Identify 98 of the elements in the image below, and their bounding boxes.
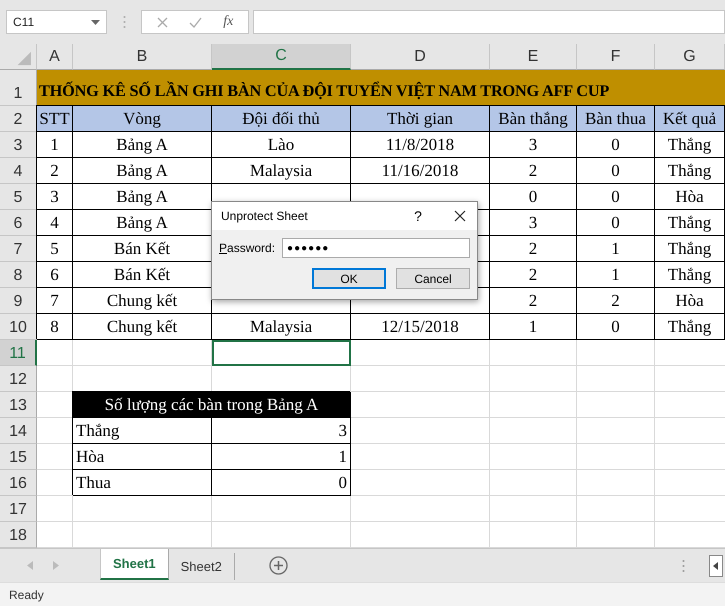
row-header[interactable]: 18 [0, 522, 37, 548]
table-cell: Chung kết [73, 314, 212, 340]
table-cell: 3 [490, 132, 577, 158]
row-header[interactable]: 6 [0, 210, 37, 236]
more-icon[interactable] [682, 558, 685, 572]
scroll-left-button-icon[interactable] [709, 554, 723, 576]
table-cell: 2 [490, 262, 577, 288]
dropdown-arrow-icon[interactable] [91, 20, 100, 24]
table-cell: Thua [73, 470, 212, 496]
sheet-title: THỐNG KÊ SỐ LẦN GHI BÀN CỦA ĐỘI TUYỂN VIỆT NAM TRONG AFF CUP [37, 70, 725, 106]
table-cell: 5 [37, 236, 73, 262]
table-cell: 0 [577, 158, 655, 184]
table-cell: 0 [577, 210, 655, 236]
table-cell: 8 [37, 314, 73, 340]
table-cell: Vòng [73, 106, 212, 132]
column-header[interactable]: C [212, 44, 351, 70]
table-cell: Đội đối thủ [212, 106, 351, 132]
table-cell: Thắng [655, 314, 725, 340]
table-cell: 7 [37, 288, 73, 314]
table-cell: Lào [212, 132, 351, 158]
table-cell: 3 [37, 184, 73, 210]
password-field[interactable]: ●●●●●● [282, 238, 470, 258]
table-cell: Bảng A [73, 132, 212, 158]
row-header[interactable]: 13 [0, 392, 37, 418]
row-header[interactable]: 5 [0, 184, 37, 210]
insert-function-button[interactable]: fx [223, 14, 234, 30]
table-cell: 3 [212, 418, 351, 444]
table-cell: 2 [577, 288, 655, 314]
table-cell: 11/8/2018 [351, 132, 490, 158]
status-text: Ready [9, 588, 44, 602]
table-cell: 12/15/2018 [351, 314, 490, 340]
row-header[interactable]: 14 [0, 418, 37, 444]
table-cell: 11/16/2018 [351, 158, 490, 184]
table-cell: STT [37, 106, 73, 132]
scroll-right-icon[interactable] [53, 561, 59, 570]
table-cell: 0 [577, 184, 655, 210]
row-header[interactable]: 16 [0, 470, 37, 496]
table-cell: 0 [577, 132, 655, 158]
table-cell: 0 [490, 184, 577, 210]
row-header[interactable]: 15 [0, 444, 37, 470]
table-cell: Bảng A [73, 158, 212, 184]
row-header[interactable]: 7 [0, 236, 37, 262]
table-cell: 0 [577, 314, 655, 340]
table-cell: 2 [490, 236, 577, 262]
table-cell: Kết quả [655, 106, 725, 132]
check-icon[interactable] [188, 16, 202, 28]
row-header[interactable]: 10 [0, 314, 37, 340]
table-cell: Thắng [655, 210, 725, 236]
table-cell: 4 [37, 210, 73, 236]
table-cell: Thời gian [351, 106, 490, 132]
table-cell: Thắng [655, 262, 725, 288]
table-cell: 1 [577, 262, 655, 288]
table-cell: Bàn thua [577, 106, 655, 132]
scroll-left-icon[interactable] [27, 561, 33, 570]
name-box[interactable]: C11 [6, 10, 107, 34]
sheet-tab[interactable]: Sheet1 [100, 549, 169, 580]
formula-input[interactable] [253, 10, 725, 34]
table-cell: 2 [37, 158, 73, 184]
table-cell: 1 [577, 236, 655, 262]
table-cell: 0 [212, 470, 351, 496]
table-cell: 2 [490, 158, 577, 184]
table-cell: Hòa [655, 184, 725, 210]
table-cell: Thắng [655, 158, 725, 184]
table-cell: 3 [490, 210, 577, 236]
dialog-button[interactable]: Cancel [396, 268, 470, 289]
table-cell: 2 [490, 288, 577, 314]
row-header[interactable]: 17 [0, 496, 37, 522]
row-header[interactable]: 1 [0, 70, 37, 106]
row-header[interactable]: 8 [0, 262, 37, 288]
table-cell: Thắng [655, 132, 725, 158]
dialog-title: Unprotect Sheet [221, 209, 309, 223]
row-header[interactable]: 12 [0, 366, 37, 392]
row-header[interactable]: 3 [0, 132, 37, 158]
table-cell: Thắng [655, 236, 725, 262]
table-cell: Hòa [655, 288, 725, 314]
row-header[interactable]: 9 [0, 288, 37, 314]
grip-icon [123, 15, 126, 29]
cancel-icon[interactable] [156, 16, 168, 28]
table-cell: 1 [37, 132, 73, 158]
table-cell: Bàn thắng [490, 106, 577, 132]
table-cell: 1 [212, 444, 351, 470]
table-cell: 1 [490, 314, 577, 340]
row-header[interactable]: 4 [0, 158, 37, 184]
table-cell: Hòa [73, 444, 212, 470]
table-cell: 6 [37, 262, 73, 288]
active-cell[interactable] [212, 340, 351, 366]
password-label: Password: [219, 241, 276, 255]
table-cell: Malaysia [212, 158, 351, 184]
row-header[interactable]: 2 [0, 106, 37, 132]
sheet-tab[interactable]: Sheet2 [168, 553, 235, 580]
help-button[interactable]: ? [405, 203, 431, 229]
add-sheet-icon[interactable] [268, 556, 288, 575]
table-cell: Số lượng các bàn trong Bảng A [73, 392, 351, 418]
row-header[interactable]: 11 [0, 340, 37, 366]
dialog-button[interactable]: OK [312, 268, 386, 289]
table-cell: Thắng [73, 418, 212, 444]
table-cell: Malaysia [212, 314, 351, 340]
close-icon [454, 210, 466, 222]
